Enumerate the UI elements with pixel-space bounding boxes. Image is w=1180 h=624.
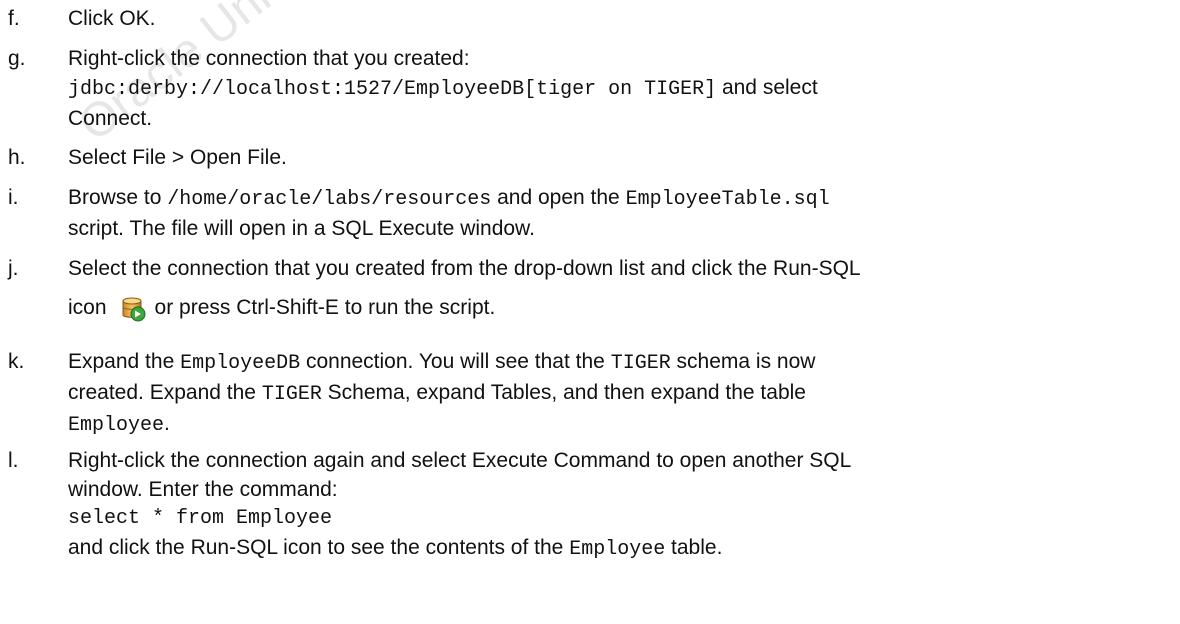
step-text: icon [68,296,107,319]
step-h: h. Select File > Open File. [8,143,1168,172]
step-l: l. Right-click the connection again and … [8,446,1168,564]
step-text: script. The file will open in a SQL Exec… [68,217,535,240]
step-text: Right-click the connection again and sel… [68,449,852,472]
step-f: f. Click OK. [8,4,1168,33]
step-text: Schema, expand Tables, and then expand t… [321,381,806,404]
step-text: or press Ctrl-Shift-E to run the script. [154,296,496,319]
step-text: Select File > Open File. [68,146,287,169]
step-text: connection. You will see that the [300,350,611,373]
run-sql-icon [121,295,147,323]
step-marker: g. [8,47,26,70]
step-marker: h. [8,146,26,169]
step-g: g. Right-click the connection that you c… [8,44,1168,133]
step-text: Click OK. [68,7,156,30]
table-name: Employee [569,538,666,561]
resources-path: /home/oracle/labs/resources [167,188,492,211]
step-marker: k. [8,350,25,373]
step-text: Expand the [68,350,181,373]
step-j: j. Select the connection that you create… [8,254,1168,325]
step-i: i. Browse to /home/oracle/labs/resources… [8,183,1168,243]
db-name: EmployeeDB [180,352,301,375]
step-marker: i. [8,186,19,209]
step-k: k. Expand the EmployeeDB connection. You… [8,347,1168,440]
step-text: . [164,412,170,435]
step-text: Connect. [68,107,153,130]
table-name: Employee [68,414,165,437]
step-text: Right-click the connection that you crea… [68,47,470,70]
step-text: and open the [491,186,626,209]
sql-command: select * from Employee [68,507,333,530]
connection-url: jdbc:derby://localhost:1527/EmployeeDB[t… [68,78,717,101]
step-marker: j. [8,257,19,280]
step-text: table. [665,536,723,559]
step-text: and select [716,76,818,99]
sql-file-name: EmployeeTable.sql [625,188,830,211]
step-text: Select the connection that you created f… [68,257,861,280]
step-text: created. Expand the [68,381,262,404]
step-text: and click the Run-SQL icon to see the co… [68,536,570,559]
step-marker: l. [8,449,19,472]
schema-name: TIGER [261,383,322,406]
step-text: schema is now [670,350,816,373]
step-marker: f. [8,7,20,30]
step-text: window. Enter the command: [68,478,338,501]
schema-name: TIGER [610,352,671,375]
step-text: Browse to [68,186,168,209]
